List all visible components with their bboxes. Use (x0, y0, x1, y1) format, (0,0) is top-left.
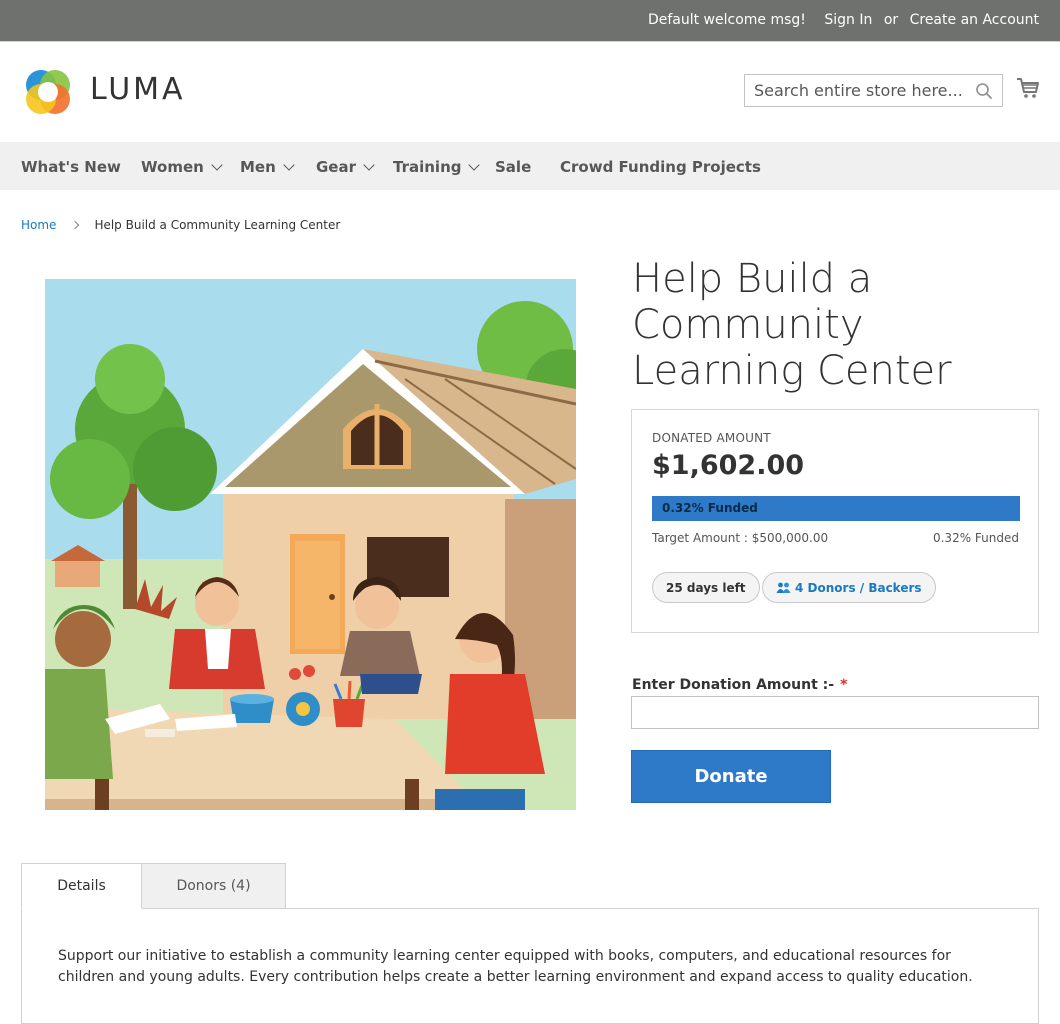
breadcrumb-current: Help Build a Community Learning Center (94, 218, 341, 232)
community-center-illustration (45, 279, 576, 810)
nav-item-label: Gear (316, 158, 357, 176)
donated-amount-value: $1,602.00 (652, 450, 805, 481)
breadcrumb: Home Help Build a Community Learning Cent… (21, 218, 340, 232)
nav-item-label: Sale (495, 158, 532, 176)
donation-amount-input[interactable] (631, 696, 1039, 729)
chevron-down-icon (363, 159, 375, 171)
days-left-badge: 25 days left (652, 572, 760, 603)
nav-item-training[interactable]: Training (393, 158, 481, 176)
nav-item-gear[interactable]: Gear (316, 158, 375, 176)
nav-item-crowd-funding[interactable]: Crowd Funding Projects (560, 158, 761, 176)
required-mark: * (840, 677, 848, 693)
donors-label: 4 Donors / Backers (795, 581, 922, 595)
chevron-down-icon (283, 159, 295, 171)
sign-in-link[interactable]: Sign In (824, 12, 872, 28)
welcome-message: Default welcome msg! (647, 12, 806, 28)
nav-item-label: Training (393, 158, 462, 176)
search-icon[interactable] (975, 82, 993, 100)
product-title: Help Build a Community Learning Center (632, 256, 952, 394)
nav-item-women[interactable]: Women (141, 158, 223, 176)
funding-summary: DONATED AMOUNT $1,602.00 0.32% Funded Ta… (631, 409, 1039, 633)
project-description: Support our initiative to establish a co… (58, 948, 973, 985)
funding-progress-label: 0.32% Funded (662, 501, 758, 515)
donors-badge[interactable]: 4 Donors / Backers (762, 572, 936, 603)
target-amount: Target Amount : $500,000.00 (652, 531, 829, 545)
account-links: Default welcome msg! Sign In or Create a… (648, 12, 1039, 28)
funding-progress-bar: 0.32% Funded (652, 496, 1020, 521)
nav-item-label: Crowd Funding Projects (560, 158, 761, 176)
nav-item-label: Men (240, 158, 276, 176)
tab-donors[interactable]: Donors (4) (141, 863, 286, 909)
tab-panel-details: Support our initiative to establish a co… (21, 908, 1039, 1024)
or-separator: or (883, 12, 899, 28)
donation-amount-label: Enter Donation Amount :- * (632, 677, 847, 693)
nav-item-whats-new[interactable]: What's New (21, 158, 121, 176)
nav-item-label: Women (141, 158, 204, 176)
top-bar: Default welcome msg! Sign In or Create a… (0, 0, 1060, 42)
chevron-down-icon (211, 159, 223, 171)
donated-amount-label: DONATED AMOUNT (652, 431, 771, 445)
search-box (744, 74, 1003, 107)
breadcrumb-home-link[interactable]: Home (21, 218, 56, 232)
create-account-link[interactable]: Create an Account (910, 12, 1039, 28)
nav-item-sale[interactable]: Sale (495, 158, 531, 176)
nav-item-label: What's New (21, 158, 121, 176)
nav-item-men[interactable]: Men (240, 158, 295, 176)
product-image[interactable] (45, 279, 576, 810)
header: LUMA (0, 42, 1060, 142)
users-icon (776, 582, 791, 593)
cart-icon[interactable] (1016, 76, 1040, 100)
logo-text[interactable]: LUMA (90, 72, 186, 107)
main-nav: What's New Women Men Gear Training Sale … (0, 142, 1060, 190)
donate-button[interactable]: Donate (631, 750, 831, 803)
search-input[interactable] (745, 75, 965, 106)
funded-percent: 0.32% Funded (932, 531, 1019, 545)
luma-logo-icon[interactable] (20, 64, 76, 120)
days-left-label: 25 days left (666, 581, 746, 595)
chevron-right-icon (71, 220, 80, 230)
chevron-down-icon (468, 159, 481, 171)
donation-amount-label-text: Enter Donation Amount :- (632, 677, 835, 693)
tab-details[interactable]: Details (21, 863, 142, 909)
